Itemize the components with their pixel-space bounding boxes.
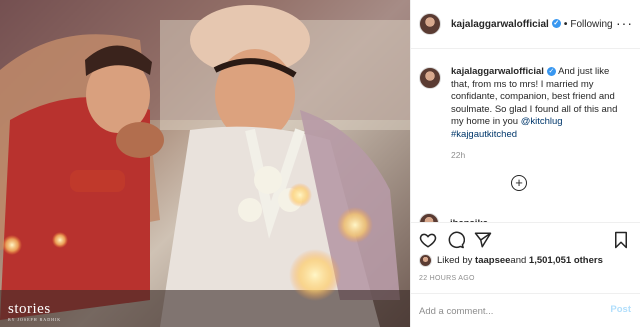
- comment-row: ibansika: [419, 213, 488, 222]
- bookmark-icon[interactable]: [612, 231, 630, 249]
- comment-form: Post: [411, 293, 640, 327]
- comments-section: kajalaggarwalofficial ✓ And just like tha…: [411, 49, 640, 222]
- heart-icon[interactable]: [419, 231, 437, 249]
- mention-link[interactable]: @kitchlug: [521, 116, 563, 127]
- watermark-logo: stories BY JOSEPH RADHIK: [8, 301, 61, 322]
- share-icon[interactable]: [474, 231, 492, 249]
- add-comment-icon[interactable]: +: [511, 175, 527, 191]
- hashtag-link[interactable]: #kajgautkitched: [451, 129, 517, 140]
- watermark-text: stories: [8, 301, 51, 317]
- liker-username[interactable]: taapsee: [475, 255, 510, 266]
- separator-dot: •: [563, 18, 568, 30]
- caption-username[interactable]: kajalaggarwalofficial: [451, 66, 544, 77]
- more-options-icon[interactable]: ···: [616, 16, 633, 30]
- post-photo[interactable]: stories BY JOSEPH RADHIK: [0, 0, 410, 327]
- comment-input[interactable]: [419, 304, 599, 318]
- wedding-photo-illustration: [0, 0, 410, 327]
- post-comment-button[interactable]: Post: [610, 304, 631, 315]
- watermark-subtext: BY JOSEPH RADHIK: [8, 317, 62, 322]
- following-button[interactable]: Following: [570, 19, 612, 30]
- caption-timestamp: 22h: [451, 150, 466, 160]
- author-avatar[interactable]: [419, 13, 441, 35]
- likes-line: Liked by taapsee and 1,501,051 others: [419, 254, 603, 267]
- liker-avatar[interactable]: [419, 254, 432, 267]
- author-username[interactable]: kajalaggarwalofficial: [451, 19, 549, 30]
- likes-middle: and: [510, 255, 527, 266]
- commenter-avatar[interactable]: [419, 213, 439, 222]
- caption: kajalaggarwalofficial ✓ And just like tha…: [419, 66, 633, 141]
- caption-avatar[interactable]: [419, 67, 441, 89]
- verified-icon: ✓: [546, 66, 556, 76]
- comment-icon[interactable]: [447, 231, 465, 249]
- likes-prefix: Liked by: [437, 255, 473, 266]
- action-bar: [411, 222, 640, 252]
- verified-icon: ✓: [551, 19, 561, 29]
- likes-count[interactable]: 1,501,051 others: [529, 255, 603, 266]
- post-time-ago: 22 HOURS AGO: [419, 275, 475, 282]
- post-header: kajalaggarwalofficial ✓ • Following ···: [411, 0, 640, 49]
- caption-text: kajalaggarwalofficial ✓ And just like tha…: [451, 66, 629, 141]
- author-line: kajalaggarwalofficial ✓ • Following: [451, 19, 613, 30]
- post-sidebar: kajalaggarwalofficial ✓ • Following ··· kaj…: [410, 0, 640, 327]
